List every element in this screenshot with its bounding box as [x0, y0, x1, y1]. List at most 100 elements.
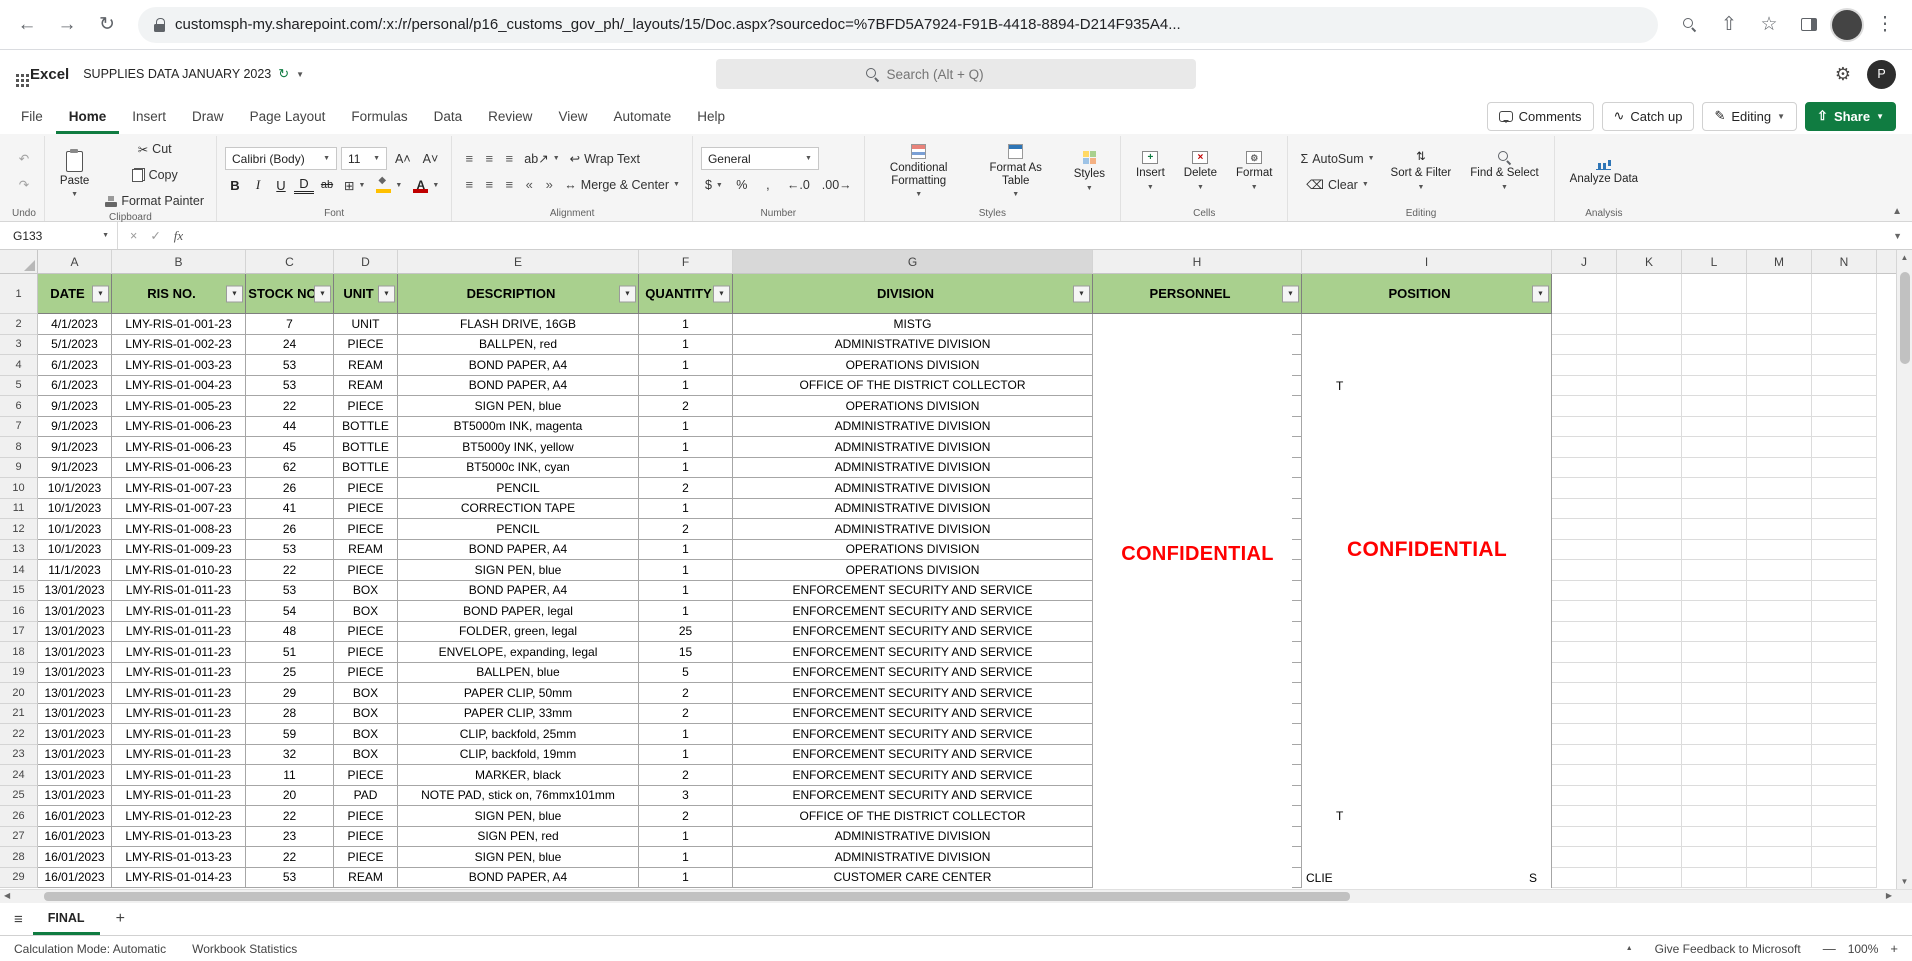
empty-cell[interactable]	[1812, 765, 1877, 786]
align-top-icon[interactable]: ≡	[460, 151, 478, 166]
styles-button[interactable]: Styles ▼	[1067, 148, 1112, 194]
cell-I3[interactable]	[1302, 334, 1552, 355]
cell-I10[interactable]	[1302, 478, 1552, 499]
cell-D9[interactable]: BOTTLE	[334, 457, 398, 478]
empty-cell[interactable]	[1682, 539, 1747, 560]
row-header-26[interactable]: 26	[0, 806, 38, 827]
cell-B13[interactable]: LMY-RIS-01-009-23	[112, 539, 246, 560]
cell-B12[interactable]: LMY-RIS-01-008-23	[112, 519, 246, 540]
cell-E18[interactable]: ENVELOPE, expanding, legal	[398, 642, 639, 663]
cell-C17[interactable]: 48	[246, 621, 334, 642]
feedback-link[interactable]: Give Feedback to Microsoft	[1655, 942, 1801, 956]
empty-cell[interactable]	[1617, 785, 1682, 806]
cell-C28[interactable]: 22	[246, 847, 334, 868]
cell-F3[interactable]: 1	[639, 334, 733, 355]
column-header-A[interactable]: A	[38, 250, 112, 274]
chevron-up-icon[interactable]: ▲	[1626, 945, 1633, 952]
row-header-1[interactable]: 1	[0, 274, 38, 314]
tab-formulas[interactable]: Formulas	[338, 98, 420, 134]
empty-cell[interactable]	[1747, 539, 1812, 560]
row-header-8[interactable]: 8	[0, 437, 38, 458]
row-header-29[interactable]: 29	[0, 867, 38, 888]
cell-E27[interactable]: SIGN PEN, red	[398, 826, 639, 847]
cell-D18[interactable]: PIECE	[334, 642, 398, 663]
tab-file[interactable]: File	[8, 98, 56, 134]
empty-cell[interactable]	[1552, 560, 1617, 581]
autosum-button[interactable]: Σ AutoSum ▼	[1296, 148, 1378, 170]
cell-G22[interactable]: ENFORCEMENT SECURITY AND SERVICE	[733, 724, 1093, 745]
empty-cell[interactable]	[1552, 274, 1617, 314]
cell-H24[interactable]	[1093, 765, 1302, 786]
row-header-22[interactable]: 22	[0, 724, 38, 745]
empty-cell[interactable]	[1812, 478, 1877, 499]
empty-cell[interactable]	[1617, 274, 1682, 314]
cell-E8[interactable]: BT5000y INK, yellow	[398, 437, 639, 458]
cell-H13[interactable]	[1093, 539, 1302, 560]
cell-C4[interactable]: 53	[246, 355, 334, 376]
percent-format-button[interactable]: %	[731, 174, 753, 196]
column-header-G[interactable]: G	[733, 250, 1093, 274]
empty-cell[interactable]	[1552, 457, 1617, 478]
filter-dropdown-icon[interactable]: ▼	[378, 285, 395, 302]
url-text[interactable]: customsph-my.sharepoint.com/:x:/r/person…	[175, 16, 1181, 33]
cell-F29[interactable]: 1	[639, 867, 733, 888]
cell-B18[interactable]: LMY-RIS-01-011-23	[112, 642, 246, 663]
cell-A26[interactable]: 16/01/2023	[38, 806, 112, 827]
empty-cell[interactable]	[1617, 355, 1682, 376]
scroll-up-icon[interactable]: ▲	[1897, 253, 1912, 262]
scroll-down-icon[interactable]: ▼	[1897, 877, 1912, 886]
column-header-C[interactable]: C	[246, 250, 334, 274]
empty-cell[interactable]	[1617, 703, 1682, 724]
delete-cells-button[interactable]: × Delete ▼	[1177, 149, 1224, 193]
orientation-button[interactable]: ab↗ ▼	[520, 148, 563, 170]
filter-dropdown-icon[interactable]: ▼	[1532, 285, 1549, 302]
empty-cell[interactable]	[1552, 724, 1617, 745]
cell-D24[interactable]: PIECE	[334, 765, 398, 786]
cell-B8[interactable]: LMY-RIS-01-006-23	[112, 437, 246, 458]
cell-C18[interactable]: 51	[246, 642, 334, 663]
empty-cell[interactable]	[1747, 826, 1812, 847]
row-header-24[interactable]: 24	[0, 765, 38, 786]
cell-F13[interactable]: 1	[639, 539, 733, 560]
row-header-6[interactable]: 6	[0, 396, 38, 417]
row-header-2[interactable]: 2	[0, 314, 38, 335]
cell-B28[interactable]: LMY-RIS-01-013-23	[112, 847, 246, 868]
cell-B2[interactable]: LMY-RIS-01-001-23	[112, 314, 246, 335]
empty-cell[interactable]	[1747, 662, 1812, 683]
empty-cell[interactable]	[1617, 765, 1682, 786]
empty-cell[interactable]	[1552, 580, 1617, 601]
empty-cell[interactable]	[1812, 621, 1877, 642]
empty-cell[interactable]	[1552, 519, 1617, 540]
cell-C26[interactable]: 22	[246, 806, 334, 827]
vertical-scrollbar[interactable]: ▲ ▼	[1896, 250, 1912, 889]
filter-dropdown-icon[interactable]: ▼	[314, 285, 331, 302]
cell-H5[interactable]	[1093, 375, 1302, 396]
cell-A9[interactable]: 9/1/2023	[38, 457, 112, 478]
empty-cell[interactable]	[1617, 847, 1682, 868]
cell-I13[interactable]	[1302, 539, 1552, 560]
copy-button[interactable]: Copy	[101, 164, 208, 186]
side-panel-icon[interactable]	[1792, 8, 1826, 42]
cell-D20[interactable]: BOX	[334, 683, 398, 704]
cell-I29[interactable]: CLIE S	[1302, 867, 1552, 888]
cell-I9[interactable]	[1302, 457, 1552, 478]
sheet-list-icon[interactable]: ≡	[14, 911, 23, 928]
empty-cell[interactable]	[1682, 826, 1747, 847]
cut-button[interactable]: ✂ Cut	[101, 138, 208, 160]
cell-E10[interactable]: PENCIL	[398, 478, 639, 499]
cell-H20[interactable]	[1093, 683, 1302, 704]
cell-G5[interactable]: OFFICE OF THE DISTRICT COLLECTOR	[733, 375, 1093, 396]
empty-cell[interactable]	[1747, 785, 1812, 806]
cell-C10[interactable]: 26	[246, 478, 334, 499]
row-header-10[interactable]: 10	[0, 478, 38, 499]
empty-cell[interactable]	[1747, 847, 1812, 868]
browser-menu-icon[interactable]: ⋮	[1868, 8, 1902, 42]
cell-H25[interactable]	[1093, 785, 1302, 806]
empty-cell[interactable]	[1812, 314, 1877, 335]
empty-cell[interactable]	[1812, 847, 1877, 868]
cell-F28[interactable]: 1	[639, 847, 733, 868]
empty-cell[interactable]	[1682, 642, 1747, 663]
filter-dropdown-icon[interactable]: ▼	[226, 285, 243, 302]
cell-I15[interactable]	[1302, 580, 1552, 601]
empty-cell[interactable]	[1812, 498, 1877, 519]
